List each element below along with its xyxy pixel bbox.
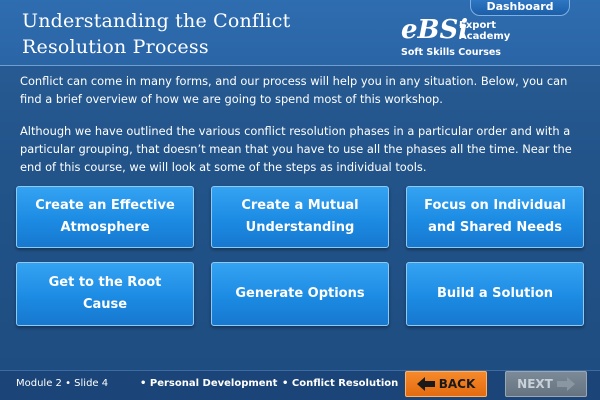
page-title: Understanding the Conflict Resolution Pr… bbox=[22, 10, 291, 58]
logo: eBSi Export Academy Soft Skills Courses bbox=[395, 16, 525, 62]
phases-paragraph: Although we have outlined the various co… bbox=[20, 124, 572, 174]
phase-button-individual-shared-needs[interactable]: Focus on Individual and Shared Needs bbox=[406, 186, 584, 248]
breadcrumb-topic: • Conflict Resolution bbox=[282, 378, 398, 390]
next-button-label: NEXT bbox=[517, 377, 553, 391]
next-button[interactable]: NEXT bbox=[505, 371, 587, 397]
back-button-label: BACK bbox=[438, 377, 476, 391]
breadcrumb-topic-label: • Conflict Resolution bbox=[282, 378, 399, 389]
module-slide-indicator: Module 2 • Slide 4 bbox=[16, 378, 109, 389]
phase-button-root-cause[interactable]: Get to the Root Cause bbox=[16, 262, 194, 326]
phase-button-generate-options[interactable]: Generate Options bbox=[211, 262, 389, 326]
back-button[interactable]: BACK bbox=[405, 371, 487, 397]
phase-button-effective-atmosphere[interactable]: Create an Effective Atmosphere bbox=[16, 186, 194, 248]
slide-header: Understanding the Conflict Resolution Pr… bbox=[0, 0, 600, 66]
arrow-right-icon bbox=[556, 377, 575, 391]
breadcrumb-category: • Personal Development bbox=[140, 378, 277, 390]
logo-line-export: Export bbox=[459, 20, 497, 31]
breadcrumb-category-label: • Personal Development bbox=[140, 378, 278, 389]
intro-paragraph: Conflict can come in many forms, and our… bbox=[20, 74, 568, 106]
logo-subtitle: Soft Skills Courses bbox=[401, 47, 501, 58]
phase-button-build-solution[interactable]: Build a Solution bbox=[406, 262, 584, 326]
arrow-left-icon bbox=[416, 377, 435, 391]
phase-button-mutual-understanding[interactable]: Create a Mutual Understanding bbox=[211, 186, 389, 248]
logo-line-academy: Academy bbox=[459, 31, 511, 42]
dashboard-button[interactable]: Dashboard bbox=[470, 0, 570, 16]
